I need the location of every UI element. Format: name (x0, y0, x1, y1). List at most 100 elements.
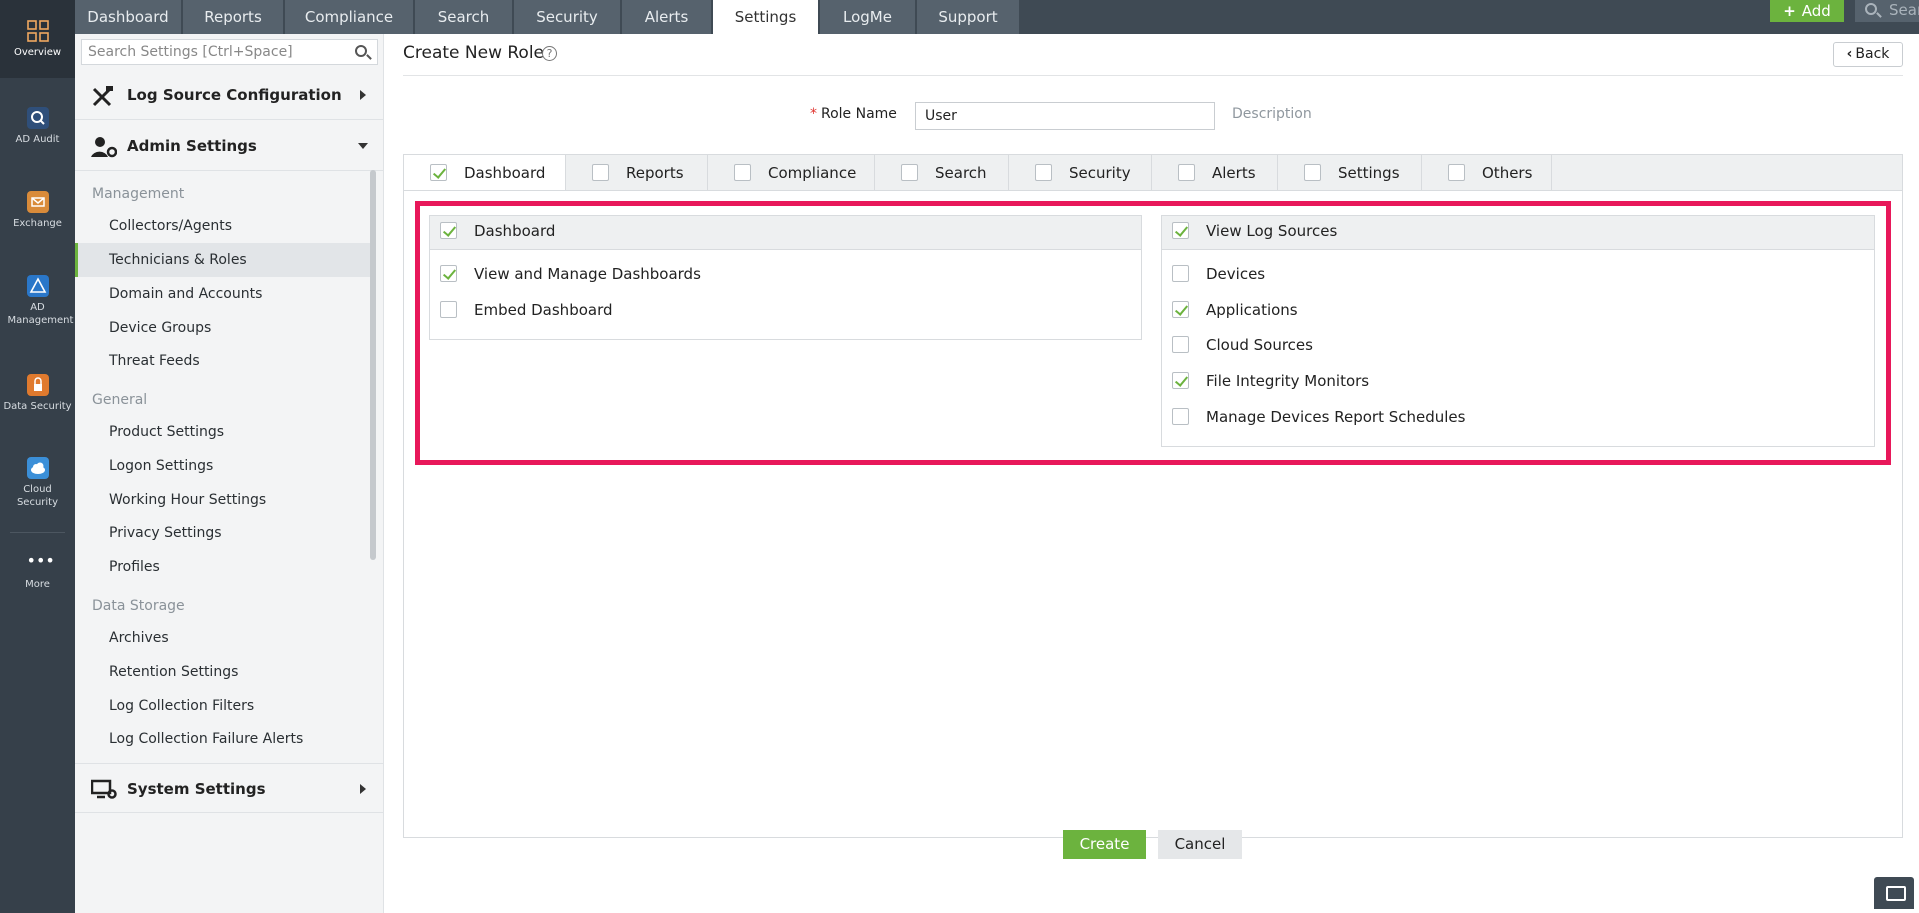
permission-tab-checkbox[interactable] (592, 164, 609, 181)
permission-tab-checkbox[interactable] (1304, 164, 1321, 181)
permission-tab-label: Settings (1338, 164, 1400, 182)
rail-item-cloud-security[interactable]: Cloud Security (0, 457, 75, 509)
sidebar-item-log-collection-failure-alerts[interactable]: Log Collection Failure Alerts (75, 722, 375, 756)
rail-item-ad-audit[interactable]: AD Audit (0, 107, 75, 146)
global-search-input[interactable]: Search (1855, 0, 1919, 22)
sidebar-item-retention-settings[interactable]: Retention Settings (75, 655, 375, 689)
settings-search-input[interactable]: Search Settings [Ctrl+Space] (81, 39, 378, 65)
permission-label: Manage Devices Report Schedules (1206, 408, 1466, 426)
permission-tabs: Dashboard Reports Compliance Search Secu… (403, 154, 1903, 193)
create-button[interactable]: Create (1063, 830, 1146, 859)
permission-tab-settings[interactable]: Settings (1278, 155, 1422, 192)
rail-label: AD Audit (15, 134, 60, 145)
permission-checkbox[interactable] (1172, 372, 1189, 389)
rail-label: Cloud Security (16, 484, 59, 508)
permission-tab-dashboard[interactable]: Dashboard (404, 155, 566, 193)
permission-checkbox[interactable] (1172, 336, 1189, 353)
permission-tab-label: Security (1069, 164, 1131, 182)
panel-header: Dashboard (430, 216, 1141, 250)
permission-checkbox[interactable] (1172, 301, 1189, 318)
search-icon (355, 45, 367, 57)
permission-tab-checkbox[interactable] (1448, 164, 1465, 181)
tab-compliance[interactable]: Compliance (285, 0, 414, 34)
tab-alerts[interactable]: Alerts (622, 0, 712, 34)
group-heading-general: General (92, 392, 148, 408)
permission-checkbox[interactable] (440, 301, 457, 318)
top-navigation: Dashboard Reports Compliance Search Secu… (75, 0, 1919, 34)
permission-label: Cloud Sources (1206, 336, 1313, 354)
permission-tab-label: Alerts (1212, 164, 1256, 182)
sidebar-item-technicians-roles[interactable]: Technicians & Roles (75, 243, 375, 277)
rail-label: Overview (13, 47, 62, 58)
permission-checkbox[interactable] (1172, 408, 1189, 425)
rail-item-exchange[interactable]: Exchange (0, 191, 75, 230)
panel-header-label: View Log Sources (1206, 222, 1338, 240)
chat-icon[interactable] (1874, 877, 1914, 909)
sidebar-item-collectors-agents[interactable]: Collectors/Agents (75, 209, 375, 243)
role-name-label-text: Role Name (821, 106, 897, 122)
sidebar-item-privacy-settings[interactable]: Privacy Settings (75, 516, 375, 550)
permission-tab-alerts[interactable]: Alerts (1152, 155, 1278, 192)
help-icon[interactable]: ? (542, 46, 557, 61)
sidebar-item-log-collection-filters[interactable]: Log Collection Filters (75, 689, 375, 723)
permission-checkbox[interactable] (1172, 265, 1189, 282)
required-marker: * (810, 106, 817, 122)
sidebar-item-logon-settings[interactable]: Logon Settings (75, 449, 375, 483)
tab-security[interactable]: Security (514, 0, 621, 34)
more-icon: ••• (26, 551, 55, 570)
permission-tab-checkbox[interactable] (1178, 164, 1195, 181)
permission-tab-label: Dashboard (464, 164, 546, 182)
permission-tab-checkbox[interactable] (734, 164, 751, 181)
title-divider (403, 75, 1903, 76)
sidebar-item-device-groups[interactable]: Device Groups (75, 311, 375, 345)
plus-icon: + (1783, 2, 1796, 20)
rail-item-overview[interactable]: Overview (0, 0, 75, 78)
permission-tab-checkbox[interactable] (430, 164, 447, 181)
tab-logme[interactable]: LogMe (820, 0, 916, 34)
permission-tab-security[interactable]: Security (1009, 155, 1152, 192)
description-link[interactable]: Description (1232, 106, 1312, 122)
tab-reports[interactable]: Reports (183, 0, 284, 34)
tab-dashboard[interactable]: Dashboard (75, 0, 182, 34)
permission-checkbox[interactable] (440, 265, 457, 282)
sidebar-item-working-hour-settings[interactable]: Working Hour Settings (75, 483, 375, 517)
back-button[interactable]: ‹ Back (1833, 42, 1903, 67)
rail-item-data-security[interactable]: Data Security (0, 374, 75, 413)
sidebar-item-profiles[interactable]: Profiles (75, 550, 375, 584)
permission-tab-others[interactable]: Others (1422, 155, 1552, 192)
rail-label: More (25, 579, 50, 590)
rail-label: AD Management (7, 302, 74, 326)
back-label: Back (1855, 46, 1890, 62)
sidebar-item-product-settings[interactable]: Product Settings (75, 415, 375, 449)
permission-tab-reports[interactable]: Reports (566, 155, 708, 192)
role-name-input[interactable]: User (915, 102, 1215, 130)
add-button[interactable]: + Add (1770, 0, 1844, 22)
permission-tab-checkbox[interactable] (1035, 164, 1052, 181)
panel-header-checkbox[interactable] (440, 222, 457, 239)
add-label: Add (1801, 2, 1831, 20)
search-icon (1865, 3, 1877, 15)
tab-settings[interactable]: Settings (713, 0, 819, 34)
chevron-right-icon (360, 784, 366, 794)
permission-tab-compliance[interactable]: Compliance (708, 155, 875, 192)
sidebar-item-threat-feeds[interactable]: Threat Feeds (75, 344, 375, 378)
section-admin-settings[interactable]: Admin Settings (75, 121, 384, 171)
global-search-placeholder: Search (1889, 1, 1919, 19)
section-label: Log Source Configuration (127, 86, 342, 104)
permission-label: View and Manage Dashboards (474, 265, 701, 283)
sidebar-scrollbar[interactable] (370, 170, 376, 560)
tab-search[interactable]: Search (415, 0, 513, 34)
sidebar-item-domain-accounts[interactable]: Domain and Accounts (75, 277, 375, 311)
section-system-settings[interactable]: System Settings (75, 763, 384, 813)
permission-tab-search[interactable]: Search (875, 155, 1009, 192)
permission-tab-label: Search (935, 164, 987, 182)
cancel-button[interactable]: Cancel (1158, 830, 1242, 859)
rail-item-more[interactable]: ••• More (0, 552, 75, 591)
sidebar-item-archives[interactable]: Archives (75, 621, 375, 655)
permission-tab-checkbox[interactable] (901, 164, 918, 181)
section-log-source-configuration[interactable]: Log Source Configuration (75, 70, 384, 120)
rail-item-ad-management[interactable]: AD Management (0, 275, 75, 327)
data-security-icon (26, 374, 49, 396)
panel-header-checkbox[interactable] (1172, 222, 1189, 239)
tab-support[interactable]: Support (917, 0, 1020, 34)
